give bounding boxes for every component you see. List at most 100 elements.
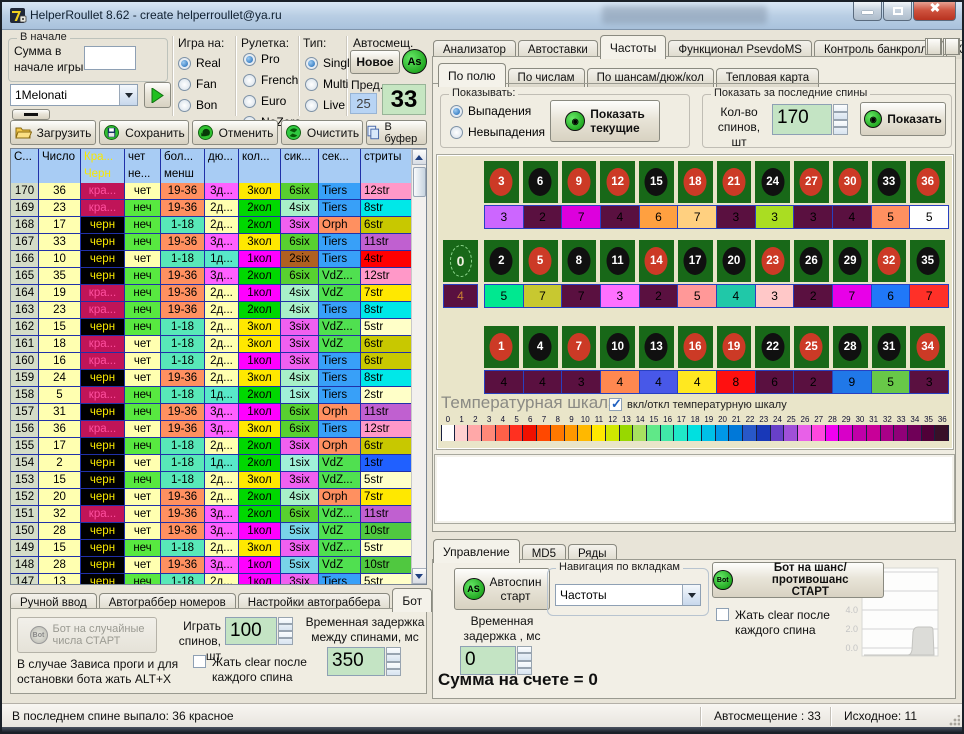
- log-cell[interactable]: неч: [125, 319, 161, 336]
- log-cell[interactable]: 7str: [361, 489, 411, 506]
- log-cell[interactable]: 1-18: [161, 438, 205, 455]
- log-cell[interactable]: 1кол: [239, 557, 281, 574]
- save-button[interactable]: Сохранить: [99, 120, 189, 145]
- nav-combo[interactable]: Частоты: [555, 584, 701, 606]
- tab-item[interactable]: Управление: [433, 539, 520, 563]
- log-cell[interactable]: черн: [81, 268, 125, 285]
- log-cell[interactable]: 1-18: [161, 353, 205, 370]
- log-cell[interactable]: 32: [39, 506, 81, 523]
- log-cell[interactable]: 1-18: [161, 319, 205, 336]
- radio-option[interactable]: Bon: [178, 98, 221, 112]
- log-cell[interactable]: 3кол: [239, 472, 281, 489]
- log-spin-cell[interactable]: 170: [11, 183, 39, 200]
- log-cell[interactable]: чет: [125, 336, 161, 353]
- log-cell[interactable]: черн: [81, 319, 125, 336]
- log-spin-cell[interactable]: 167: [11, 234, 39, 251]
- log-cell[interactable]: черн: [81, 574, 125, 584]
- log-cell[interactable]: 1-18: [161, 574, 205, 584]
- radio-option[interactable]: Euro: [243, 94, 301, 108]
- radio-option[interactable]: Live: [305, 98, 350, 112]
- log-cell[interactable]: 3six: [281, 574, 319, 584]
- log-spin-cell[interactable]: 157: [11, 404, 39, 421]
- log-spin-cell[interactable]: 156: [11, 421, 39, 438]
- log-cell[interactable]: чет: [125, 455, 161, 472]
- log-cell[interactable]: неч: [125, 302, 161, 319]
- log-cell[interactable]: 23: [39, 200, 81, 217]
- log-cell[interactable]: 6str: [361, 438, 411, 455]
- log-cell[interactable]: черн: [81, 438, 125, 455]
- scrollbar-thumb[interactable]: [413, 167, 426, 197]
- log-cell[interactable]: 2д...: [205, 574, 239, 584]
- log-cell[interactable]: 1six: [281, 455, 319, 472]
- log-cell[interactable]: Tiers: [319, 251, 361, 268]
- log-cell[interactable]: 10str: [361, 523, 411, 540]
- log-cell[interactable]: Tiers: [319, 387, 361, 404]
- play-button[interactable]: [144, 82, 171, 108]
- radio-option[interactable]: Singl: [305, 56, 350, 70]
- radio-option[interactable]: Fan: [178, 77, 221, 91]
- log-cell[interactable]: 1-18: [161, 472, 205, 489]
- profile-combo[interactable]: 1Melonati: [10, 84, 138, 106]
- log-cell[interactable]: 5six: [281, 523, 319, 540]
- log-cell[interactable]: 2кол: [239, 302, 281, 319]
- radio-option[interactable]: Real: [178, 56, 221, 70]
- log-cell[interactable]: VdZ...: [319, 319, 361, 336]
- log-cell[interactable]: чет: [125, 557, 161, 574]
- log-cell[interactable]: 3six: [281, 353, 319, 370]
- log-cell[interactable]: 1кол: [239, 523, 281, 540]
- log-cell[interactable]: 2кол: [239, 489, 281, 506]
- log-header-cell[interactable]: [205, 166, 239, 184]
- log-cell[interactable]: VdZ...: [319, 540, 361, 557]
- log-cell[interactable]: 1д...: [205, 455, 239, 472]
- log-cell[interactable]: Tiers: [319, 234, 361, 251]
- new-autoshift-button[interactable]: Новое: [350, 50, 400, 74]
- scroll-down-icon[interactable]: [412, 568, 427, 584]
- log-cell[interactable]: 2д...: [205, 353, 239, 370]
- log-spin-cell[interactable]: 147: [11, 574, 39, 584]
- log-cell[interactable]: 3кол: [239, 183, 281, 200]
- log-cell[interactable]: кра...: [81, 302, 125, 319]
- tab-item[interactable]: Частоты: [600, 35, 667, 59]
- radio-option[interactable]: Выпадения: [450, 104, 545, 118]
- log-cell[interactable]: 1д...: [205, 251, 239, 268]
- log-cell[interactable]: 15: [39, 540, 81, 557]
- log-cell[interactable]: 12str: [361, 268, 411, 285]
- log-cell[interactable]: 1-18: [161, 540, 205, 557]
- log-cell[interactable]: 1-18: [161, 336, 205, 353]
- log-spin-cell[interactable]: 148: [11, 557, 39, 574]
- log-cell[interactable]: 19-36: [161, 370, 205, 387]
- log-cell[interactable]: 3кол: [239, 336, 281, 353]
- random-bot-start-button[interactable]: Bot Бот на случайныечисла СТАРТ: [17, 617, 157, 653]
- log-cell[interactable]: 2д...: [205, 472, 239, 489]
- chance-bot-start-button[interactable]: Bot Бот на шанс/противошансСТАРТ: [712, 562, 884, 598]
- log-header-cell[interactable]: [39, 166, 81, 184]
- log-cell[interactable]: VdZ: [319, 523, 361, 540]
- log-cell[interactable]: черн: [81, 557, 125, 574]
- tab-scroll-left-icon[interactable]: [925, 38, 942, 55]
- log-cell[interactable]: 3д...: [205, 421, 239, 438]
- log-cell[interactable]: 1-18: [161, 455, 205, 472]
- log-cell[interactable]: 2кол: [239, 455, 281, 472]
- close-button[interactable]: [913, 2, 956, 21]
- log-spin-cell[interactable]: 151: [11, 506, 39, 523]
- log-cell[interactable]: неч: [125, 404, 161, 421]
- log-cell[interactable]: 5str: [361, 574, 411, 584]
- log-cell[interactable]: неч: [125, 574, 161, 584]
- log-cell[interactable]: 6six: [281, 268, 319, 285]
- log-cell[interactable]: 1-18: [161, 251, 205, 268]
- log-cell[interactable]: 2д...: [205, 540, 239, 557]
- radio-option[interactable]: Multi: [305, 77, 350, 91]
- log-cell[interactable]: 1д...: [205, 387, 239, 404]
- log-header-cell[interactable]: сек...: [319, 149, 361, 167]
- log-cell[interactable]: черн: [81, 455, 125, 472]
- log-header-cell[interactable]: сик...: [281, 149, 319, 167]
- log-cell[interactable]: 2кол: [239, 217, 281, 234]
- log-cell[interactable]: чет: [125, 251, 161, 268]
- log-cell[interactable]: VdZ: [319, 285, 361, 302]
- log-cell[interactable]: 5str: [361, 540, 411, 557]
- log-cell[interactable]: 12str: [361, 183, 411, 200]
- log-cell[interactable]: чет: [125, 506, 161, 523]
- log-cell[interactable]: 2д...: [205, 200, 239, 217]
- log-cell[interactable]: 1кол: [239, 251, 281, 268]
- log-cell[interactable]: 19-36: [161, 268, 205, 285]
